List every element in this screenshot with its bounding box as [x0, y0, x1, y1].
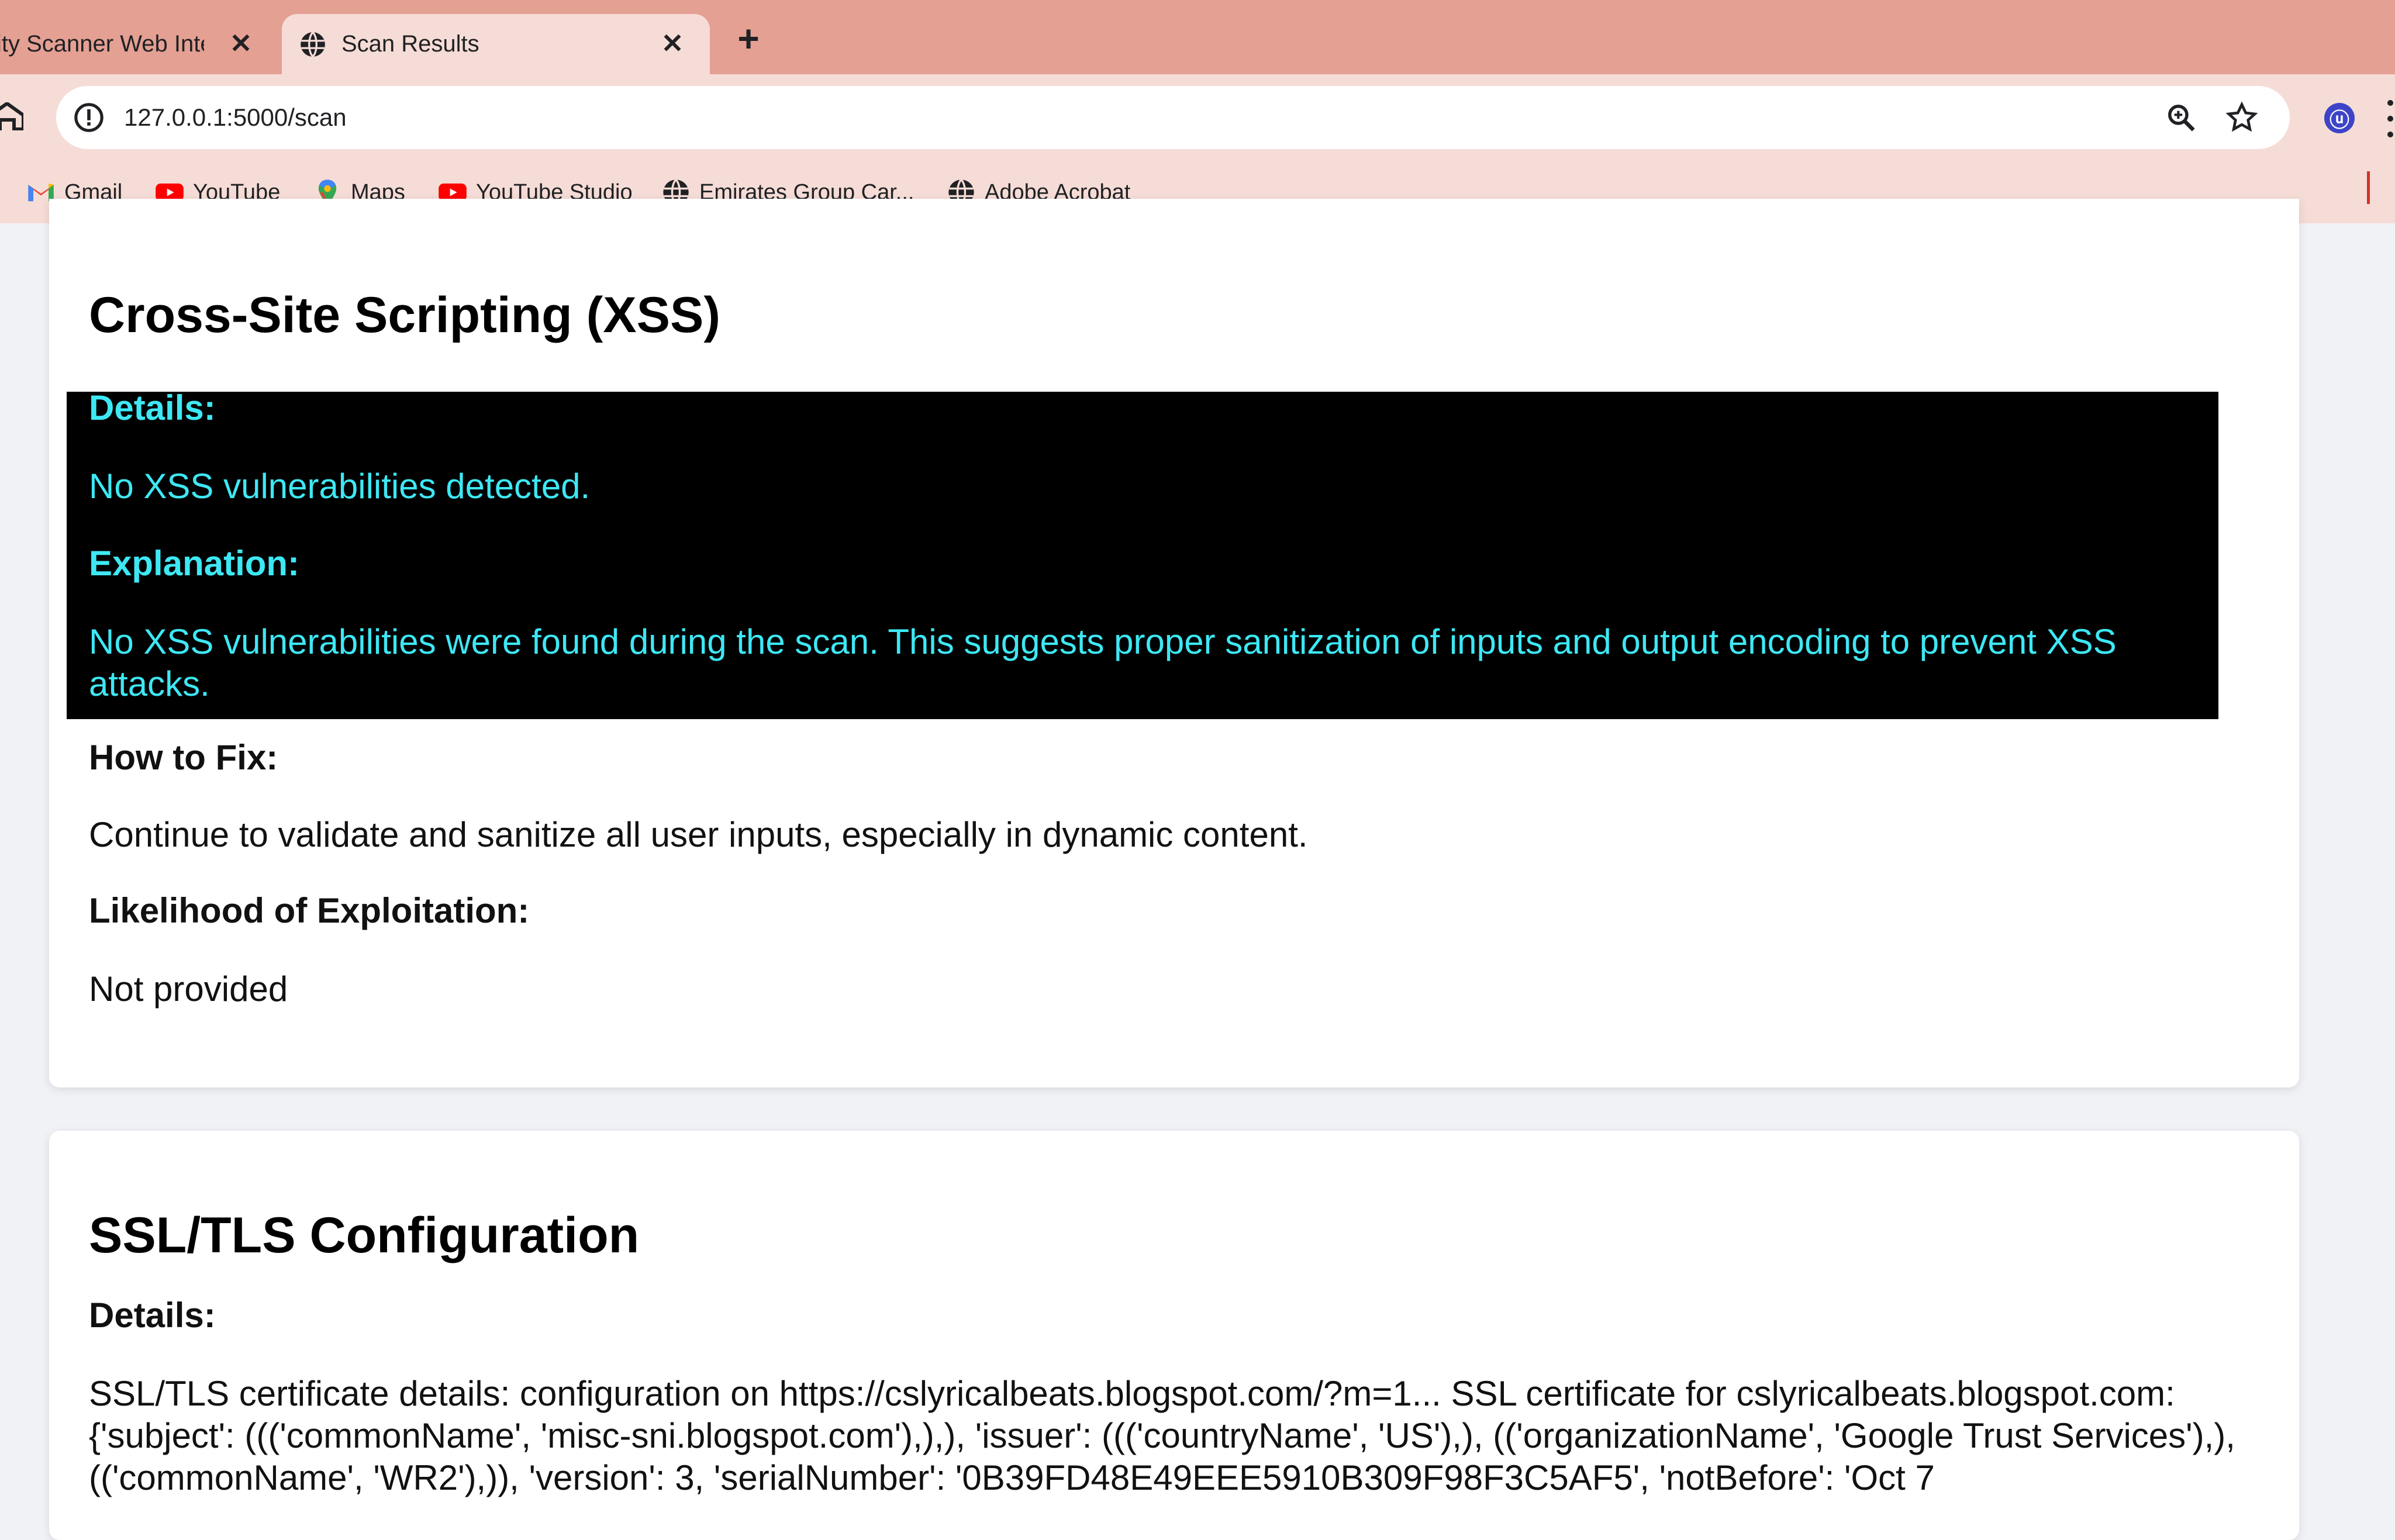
- address-bar[interactable]: 127.0.0.1:5000/scan: [56, 86, 2290, 149]
- fix-heading: How to Fix:: [89, 738, 278, 777]
- url-text[interactable]: 127.0.0.1:5000/scan: [124, 103, 347, 132]
- details-text: SSL/TLS certificate details: configurati…: [89, 1374, 2235, 1497]
- info-icon[interactable]: [73, 101, 105, 134]
- section-title: Cross-Site Scripting (XSS): [89, 287, 720, 343]
- bookmarks-overflow-marker: [2367, 171, 2370, 204]
- explanation-heading: Explanation:: [89, 544, 300, 583]
- tab-title: ity Scanner Web Integ: [0, 31, 204, 57]
- details-text: No XSS vulnerabilities detected.: [89, 467, 591, 506]
- tab-scan-results[interactable]: Scan Results ✕: [282, 14, 710, 74]
- globe-icon: [301, 31, 325, 57]
- section-title: SSL/TLS Configuration: [89, 1207, 640, 1263]
- tab-strip: ity Scanner Web Integ ✕ Scan Results ✕ +: [0, 0, 2395, 74]
- ssl-result-card: SSL/TLS Configuration Details: SSL/TLS c…: [49, 1131, 2299, 1540]
- new-tab-button[interactable]: +: [732, 18, 765, 60]
- details-heading: Details:: [89, 388, 216, 427]
- zoom-icon[interactable]: [2166, 102, 2197, 134]
- bookmark-star-icon[interactable]: [2225, 101, 2258, 134]
- xss-result-card: Cross-Site Scripting (XSS) Details: No X…: [49, 199, 2299, 1087]
- extension-icon[interactable]: ⓤ: [2324, 103, 2355, 133]
- likelihood-text: Not provided: [89, 969, 288, 1009]
- tab-scanner[interactable]: ity Scanner Web Integ ✕: [0, 14, 275, 74]
- kebab-menu-icon[interactable]: [2386, 100, 2395, 137]
- close-icon[interactable]: ✕: [225, 27, 257, 60]
- likelihood-heading: Likelihood of Exploitation:: [89, 891, 530, 930]
- tab-title: Scan Results: [341, 31, 479, 57]
- home-icon[interactable]: [0, 102, 23, 130]
- explanation-text: No XSS vulnerabilities were found during…: [89, 622, 2117, 703]
- details-heading: Details:: [89, 1296, 216, 1335]
- browser-toolbar: 127.0.0.1:5000/scan ⓤ: [0, 74, 2395, 161]
- close-icon[interactable]: ✕: [656, 27, 689, 60]
- fix-text: Continue to validate and sanitize all us…: [89, 815, 1308, 854]
